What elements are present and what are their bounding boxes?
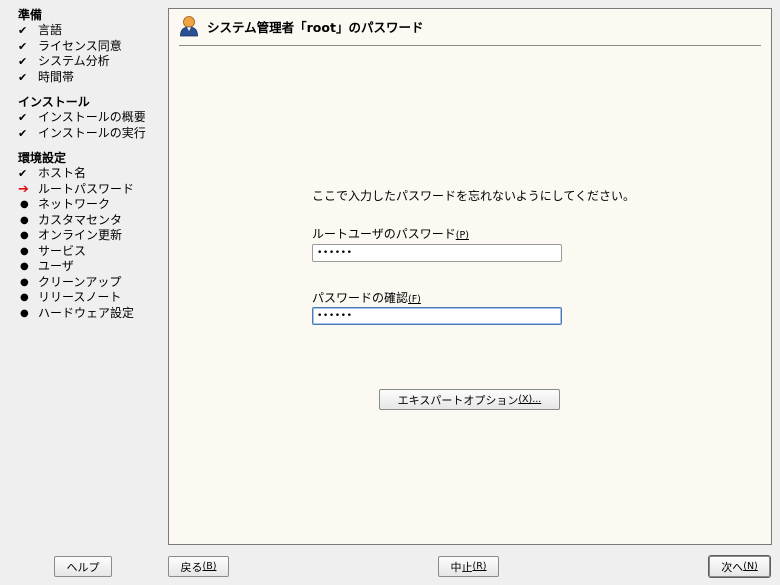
bullet-icon: ●: [20, 261, 29, 272]
sidebar-step-network: ● ネットワーク: [18, 197, 163, 213]
sidebar-step-perform-install: ✔ インストールの実行: [18, 126, 163, 142]
bullet-icon: ●: [20, 230, 29, 241]
root-password-mnemonic: (P): [455, 230, 469, 241]
sidebar-section-title: 準備: [18, 8, 43, 22]
sidebar-step-label: クリーンアップ: [38, 274, 122, 289]
expert-options-mnemonic: (X)...: [518, 394, 542, 405]
checkmark-icon: ✔: [18, 167, 28, 180]
root-password-panel: システム管理者「root」のパスワード ここで入力したパスワードを忘れないように…: [168, 8, 772, 545]
installation-steps-sidebar: 準備 ✔ 言語 ✔ ライセンス同意 ✔ システム分析 ✔ 時間帯 インストール …: [18, 8, 163, 331]
sidebar-step-label: ホスト名: [38, 166, 87, 180]
sidebar-step-label: 言語: [38, 23, 63, 37]
sidebar-step-license: ✔ ライセンス同意: [18, 39, 163, 55]
sidebar-step-label: カスタマセンタ: [38, 212, 123, 227]
sidebar-step-cleanup: ● クリーンアップ: [18, 275, 163, 291]
bullet-icon: ●: [20, 214, 29, 226]
confirm-password-label: パスワードの確認(F): [312, 289, 421, 306]
sidebar-step-label: リリースノート: [38, 290, 122, 304]
sidebar-step-label: ユーザ: [38, 259, 74, 273]
confirm-password-mnemonic: (F): [408, 294, 421, 305]
sidebar-section-installation: インストール ✔ インストールの概要 ✔ インストールの実行: [18, 95, 163, 141]
sidebar-step-label: ライセンス同意: [38, 38, 122, 53]
sidebar-section-preparation: 準備 ✔ 言語 ✔ ライセンス同意 ✔ システム分析 ✔ 時間帯: [18, 8, 163, 85]
expert-options-label: エキスパートオプション: [397, 393, 519, 407]
sidebar-step-label: ハードウェア設定: [38, 305, 135, 320]
help-button[interactable]: ヘルプ: [54, 556, 112, 577]
sidebar-step-online-update: ● オンライン更新: [18, 228, 163, 244]
expert-options-button[interactable]: エキスパートオプション (X)...: [379, 389, 560, 410]
user-icon: [180, 16, 198, 37]
sidebar-section-title: 環境設定: [18, 151, 67, 165]
abort-button-mnemonic: (R): [472, 561, 487, 572]
next-button-label: 次へ: [721, 560, 744, 574]
sidebar-step-timezone: ✔ 時間帯: [18, 70, 163, 86]
sidebar-step-label: 時間帯: [38, 69, 75, 84]
checkmark-icon: ✔: [18, 24, 28, 37]
checkmark-icon: ✔: [18, 111, 28, 124]
help-button-label: ヘルプ: [66, 560, 100, 574]
panel-header: システム管理者「root」のパスワード: [179, 15, 423, 37]
sidebar-step-services: ● サービス: [18, 244, 163, 260]
next-button-mnemonic: (N): [743, 561, 758, 572]
checkmark-icon: ✔: [18, 55, 28, 68]
sidebar-step-root-password: ➔ ルートパスワード: [18, 182, 163, 198]
root-password-input[interactable]: ••••••: [312, 244, 562, 262]
sidebar-step-label: インストールの実行: [38, 125, 146, 140]
bullet-icon: ●: [20, 307, 29, 319]
sidebar-step-users: ● ユーザ: [18, 259, 163, 275]
bullet-icon: ●: [20, 276, 29, 288]
confirm-password-label-text: パスワードの確認: [312, 291, 409, 305]
sidebar-step-hardware-config: ● ハードウェア設定: [18, 306, 163, 322]
bullet-icon: ●: [20, 245, 29, 257]
next-button[interactable]: 次へ (N): [709, 556, 770, 577]
root-password-label-text: ルートユーザのパスワード: [312, 227, 456, 241]
sidebar-step-customer-center: ● カスタマセンタ: [18, 213, 163, 229]
sidebar-section-configuration: 環境設定 ✔ ホスト名 ➔ ルートパスワード ● ネットワーク ● カスタマセン…: [18, 151, 163, 321]
abort-button[interactable]: 中止 (R): [438, 556, 499, 577]
sidebar-step-system-analysis: ✔ システム分析: [18, 54, 163, 70]
sidebar-step-label: ルートパスワード: [38, 181, 135, 196]
bullet-icon: ●: [20, 292, 29, 303]
sidebar-step-label: オンライン更新: [38, 228, 123, 242]
sidebar-step-label: サービス: [38, 243, 87, 258]
checkmark-icon: ✔: [18, 70, 28, 84]
back-button-mnemonic: (B): [202, 561, 217, 572]
sidebar-step-label: システム分析: [38, 54, 110, 68]
sidebar-step-hostname: ✔ ホスト名: [18, 166, 163, 182]
header-divider: [179, 45, 761, 46]
back-button[interactable]: 戻る (B): [168, 556, 229, 577]
bullet-icon: ●: [20, 199, 29, 210]
checkmark-icon: ✔: [18, 126, 28, 140]
page-title: システム管理者「root」のパスワード: [207, 19, 424, 35]
confirm-password-input[interactable]: ••••••: [312, 307, 562, 325]
back-button-label: 戻る: [180, 560, 203, 574]
sidebar-step-language: ✔ 言語: [18, 23, 163, 39]
current-step-arrow-icon: ➔: [18, 181, 29, 197]
sidebar-step-release-notes: ● リリースノート: [18, 290, 163, 306]
root-password-label: ルートユーザのパスワード(P): [312, 225, 469, 242]
password-reminder-text: ここで入力したパスワードを忘れないようにしてください。: [312, 189, 636, 203]
sidebar-section-title: インストール: [18, 95, 90, 109]
checkmark-icon: ✔: [18, 39, 28, 53]
abort-button-label: 中止: [450, 560, 473, 574]
sidebar-step-label: ネットワーク: [38, 197, 111, 211]
sidebar-step-install-summary: ✔ インストールの概要: [18, 110, 163, 126]
sidebar-step-label: インストールの概要: [38, 110, 146, 124]
